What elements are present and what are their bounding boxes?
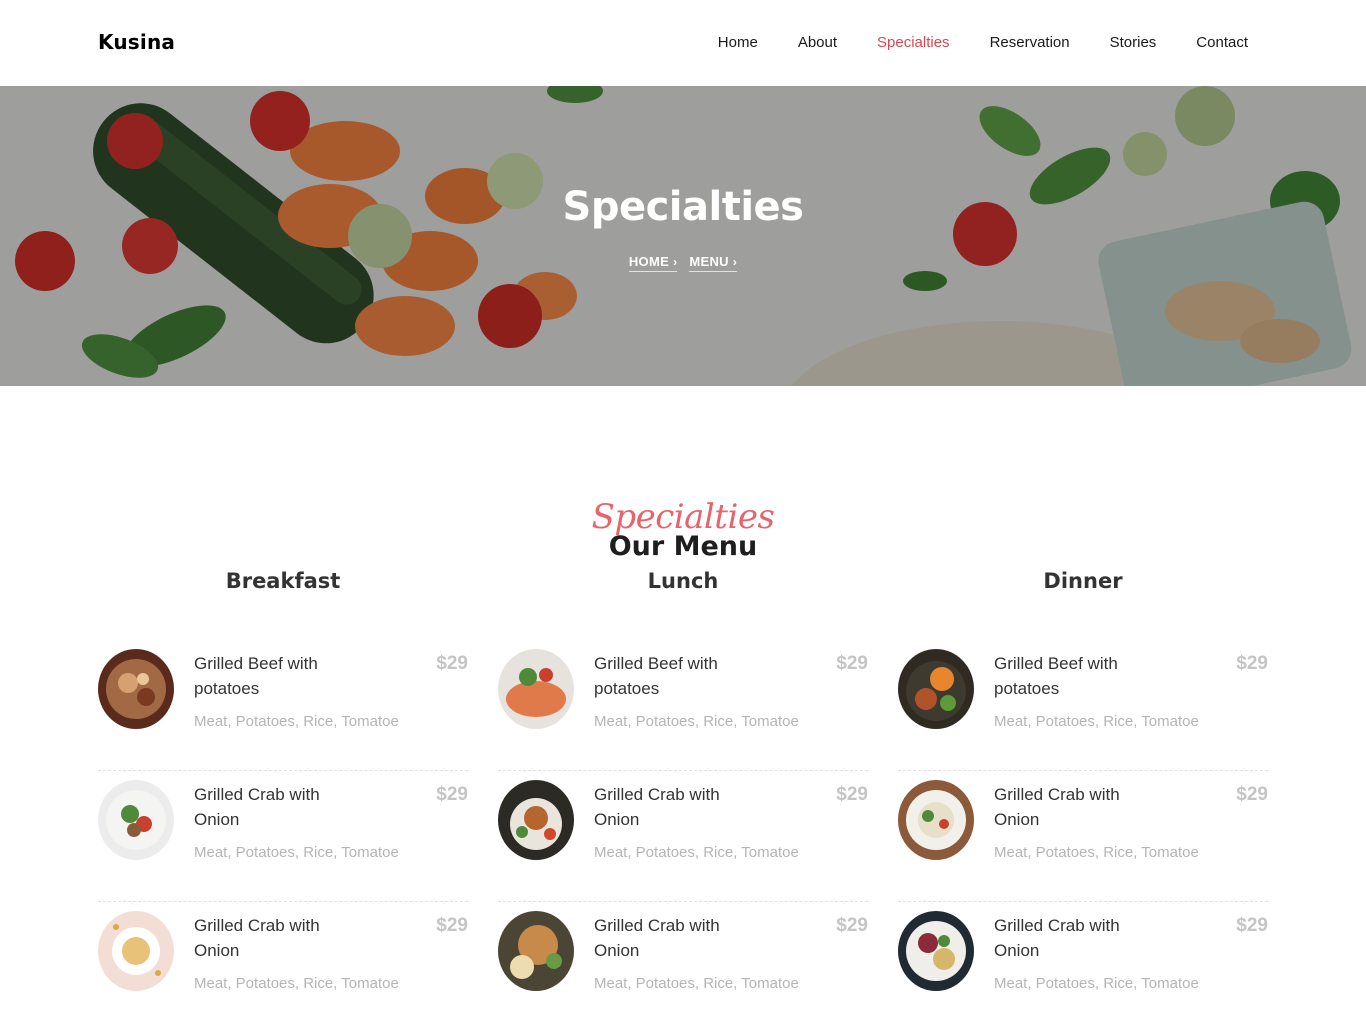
dish-image <box>898 649 974 729</box>
hero-banner: Specialties HOME › MENU › <box>0 86 1366 386</box>
dish-name: Grilled Crab with Onion <box>994 785 1120 829</box>
menu-column-title: Dinner <box>1043 569 1123 593</box>
nav-item-about[interactable]: About <box>798 34 837 51</box>
menu-column-breakfast: Breakfast Grilled Beef with potatoes $29… <box>98 566 468 992</box>
dish-price: $29 <box>1236 915 1268 936</box>
dish-image <box>498 649 574 729</box>
dish-ingredients: Meat, Potatoes, Rice, Tomatoe <box>994 713 1199 730</box>
menu-item[interactable]: Grilled Crab with Onion $29 Meat, Potato… <box>898 902 1268 1020</box>
menu-item[interactable]: Grilled Crab with Onion $29 Meat, Potato… <box>498 771 868 902</box>
dish-price: $29 <box>1236 653 1268 674</box>
menu-column-title: Lunch <box>647 569 719 593</box>
dish-ingredients: Meat, Potatoes, Rice, Tomatoe <box>994 844 1199 861</box>
dish-price: $29 <box>436 784 468 805</box>
dish-price: $29 <box>836 653 868 674</box>
dish-price: $29 <box>836 784 868 805</box>
menu-column-title: Breakfast <box>225 569 341 593</box>
hero-title: Specialties <box>562 184 804 230</box>
dish-price: $29 <box>1236 784 1268 805</box>
dish-name: Grilled Beef with potatoes <box>194 654 318 698</box>
dish-price: $29 <box>436 915 468 936</box>
breadcrumb-menu[interactable]: MENU › <box>689 254 738 272</box>
dish-name: Grilled Crab with Onion <box>594 916 720 960</box>
nav-item-stories[interactable]: Stories <box>1110 34 1157 51</box>
dish-name: Grilled Crab with Onion <box>594 785 720 829</box>
menu-item[interactable]: Grilled Crab with Onion $29 Meat, Potato… <box>98 902 468 1020</box>
menu-item[interactable]: Grilled Beef with potatoes $29 Meat, Pot… <box>898 640 1268 771</box>
nav-item-reservation[interactable]: Reservation <box>990 34 1070 51</box>
brand-logo[interactable]: Kusina <box>98 30 175 54</box>
dish-ingredients: Meat, Potatoes, Rice, Tomatoe <box>194 844 399 861</box>
breadcrumb-home[interactable]: HOME › <box>628 254 678 272</box>
nav-item-home[interactable]: Home <box>718 34 758 51</box>
menu-item[interactable]: Grilled Beef with potatoes $29 Meat, Pot… <box>98 640 468 771</box>
menu-item[interactable]: Grilled Crab with Onion $29 Meat, Potato… <box>498 902 868 1020</box>
main-nav: Home About Specialties Reservation Stori… <box>718 34 1248 51</box>
dish-name: Grilled Beef with potatoes <box>994 654 1118 698</box>
dish-price: $29 <box>836 915 868 936</box>
dish-image <box>898 911 974 991</box>
dish-name: Grilled Crab with Onion <box>194 785 320 829</box>
dish-name: Grilled Crab with Onion <box>194 916 320 960</box>
menu-column-lunch: Lunch Grilled Beef with potatoes $29 Mea… <box>498 566 868 992</box>
menu-item[interactable]: Grilled Beef with potatoes $29 Meat, Pot… <box>498 640 868 771</box>
breadcrumb: HOME › MENU › <box>0 254 1366 272</box>
navbar: Kusina Home About Specialties Reservatio… <box>0 0 1366 86</box>
chevron-right-icon: › <box>732 255 738 269</box>
menu-column-dinner: Dinner Grilled Beef with potatoes $29 Me… <box>898 566 1268 992</box>
nav-item-contact[interactable]: Contact <box>1196 34 1248 51</box>
dish-image <box>98 649 174 729</box>
dish-name: Grilled Crab with Onion <box>994 916 1120 960</box>
section-title: Our Menu <box>608 531 758 562</box>
chevron-right-icon: › <box>673 255 678 269</box>
menu-item[interactable]: Grilled Crab with Onion $29 Meat, Potato… <box>98 771 468 902</box>
dish-image <box>498 780 574 860</box>
dish-image <box>898 780 974 860</box>
dish-ingredients: Meat, Potatoes, Rice, Tomatoe <box>594 975 799 992</box>
dish-ingredients: Meat, Potatoes, Rice, Tomatoe <box>594 844 799 861</box>
nav-item-specialties[interactable]: Specialties <box>877 34 950 51</box>
dish-ingredients: Meat, Potatoes, Rice, Tomatoe <box>594 713 799 730</box>
menu-item[interactable]: Grilled Crab with Onion $29 Meat, Potato… <box>898 771 1268 902</box>
dish-image <box>98 911 174 991</box>
dish-image <box>498 911 574 991</box>
dish-ingredients: Meat, Potatoes, Rice, Tomatoe <box>194 713 399 730</box>
dish-ingredients: Meat, Potatoes, Rice, Tomatoe <box>994 975 1199 992</box>
dish-image <box>98 780 174 860</box>
dish-ingredients: Meat, Potatoes, Rice, Tomatoe <box>194 975 399 992</box>
hero-overlay <box>0 86 1366 386</box>
dish-name: Grilled Beef with potatoes <box>594 654 718 698</box>
dish-price: $29 <box>436 653 468 674</box>
